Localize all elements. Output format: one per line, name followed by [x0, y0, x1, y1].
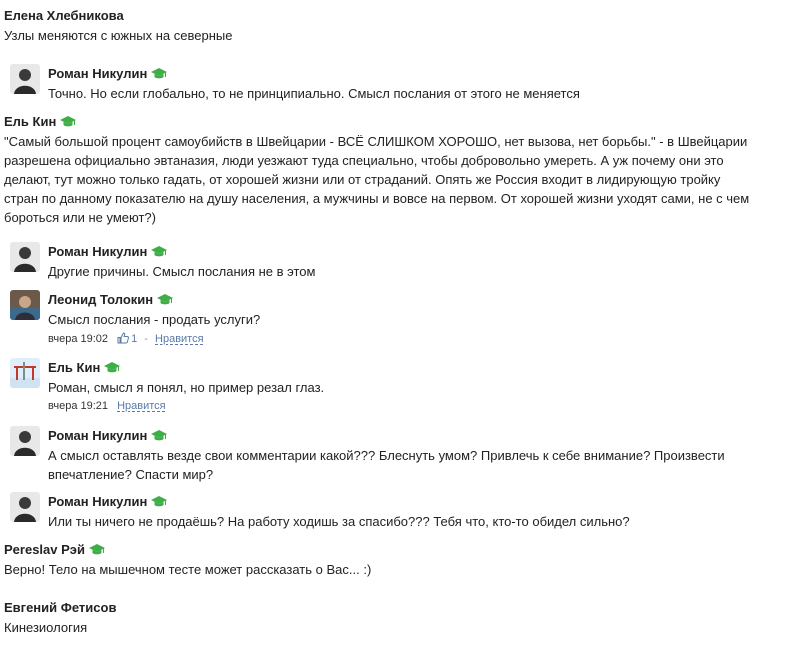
comment-text-line: А смысл оставлять везде свои комментарии…: [48, 448, 725, 463]
avatar[interactable]: [10, 492, 40, 522]
comment-author[interactable]: Евгений Фетисов: [4, 600, 116, 615]
graduation-cap-icon: [60, 116, 76, 128]
author-name: Леонид Толокин: [48, 292, 154, 307]
comment-meta: вчера 19:02 1 - Нравится: [48, 332, 204, 345]
author-name: Роман Никулин: [48, 494, 148, 509]
comment-text: А смысл оставлять везде свои комментарии…: [48, 446, 725, 484]
comment-text: Узлы меняются с южных на северные: [4, 26, 232, 45]
meta-separator: -: [144, 333, 148, 345]
graduation-cap-icon: [104, 362, 120, 374]
comment-text-line: Кинезиология: [4, 620, 88, 635]
comment-author[interactable]: Ель Кин: [48, 360, 120, 375]
comment-author[interactable]: Ель Кин: [4, 114, 76, 129]
author-name: Роман Никулин: [48, 66, 148, 81]
avatar[interactable]: [10, 64, 40, 94]
comment-text-line: делают, тут можно только гадать, от хоро…: [4, 172, 721, 187]
graduation-cap-icon: [157, 294, 173, 306]
comment-text-line: Или ты ничего не продаёшь? На работу ход…: [48, 514, 630, 529]
like-count-button[interactable]: 1: [117, 332, 140, 345]
comment-text: Или ты ничего не продаёшь? На работу ход…: [48, 512, 630, 531]
comment-author[interactable]: Pereslav Рэй: [4, 542, 105, 557]
author-name: Роман Никулин: [48, 428, 148, 443]
graduation-cap-icon: [89, 544, 105, 556]
comment-text: Верно! Тело на мышечном тесте может расс…: [4, 560, 371, 579]
comment-text: Другие причины. Смысл послания не в этом: [48, 262, 315, 281]
avatar[interactable]: [10, 242, 40, 272]
comment-text-line: Роман, смысл я понял, но пример резал гл…: [48, 380, 325, 395]
graduation-cap-icon: [151, 68, 167, 80]
avatar[interactable]: [10, 426, 40, 456]
comment-author[interactable]: Роман Никулин: [48, 494, 167, 509]
author-name: Роман Никулин: [48, 244, 148, 259]
graduation-cap-icon: [151, 430, 167, 442]
comment-time: вчера 19:21: [48, 400, 109, 412]
comment-text-line: Смысл послания - продать услуги?: [48, 312, 261, 327]
avatar[interactable]: [10, 358, 40, 388]
thumbs-up-icon: [117, 332, 130, 344]
author-name: Ель Кин: [48, 360, 101, 375]
comment-text: "Самый большой процент самоубийств в Шве…: [4, 132, 749, 227]
comment-text-line: бороться или не умеют?): [4, 210, 156, 225]
comment-text: Смысл послания - продать услуги?: [48, 310, 260, 329]
like-button[interactable]: Нравится: [117, 400, 166, 412]
comment-text-line: впечатление? Спасти мир?: [48, 467, 214, 482]
comment-meta: вчера 19:21 Нравится: [48, 400, 166, 412]
comment-text-line: стран по данному показателю на душу насе…: [4, 191, 750, 206]
comment-author[interactable]: Роман Никулин: [48, 66, 167, 81]
comment-author[interactable]: Роман Никулин: [48, 428, 167, 443]
comment-author[interactable]: Роман Никулин: [48, 244, 167, 259]
comment-text-line: Точно. Но если глобально, то не принципи…: [48, 86, 580, 101]
author-name: Pereslav Рэй: [4, 542, 85, 557]
comment-text-line: разрешена официально эвтаназия, люди уез…: [4, 153, 724, 168]
author-name: Ель Кин: [4, 114, 57, 129]
comment-text-line: Верно! Тело на мышечном тесте может расс…: [4, 562, 372, 577]
like-count: 1: [131, 333, 138, 345]
comment-time: вчера 19:02: [48, 333, 109, 345]
like-button[interactable]: Нравится: [155, 333, 204, 345]
comment-author[interactable]: Леонид Толокин: [48, 292, 173, 307]
comment-text: Кинезиология: [4, 618, 87, 637]
comment-text-line: Узлы меняются с южных на северные: [4, 28, 233, 43]
comment-author[interactable]: Елена Хлебникова: [4, 8, 124, 23]
avatar[interactable]: [10, 290, 40, 320]
graduation-cap-icon: [151, 246, 167, 258]
graduation-cap-icon: [151, 496, 167, 508]
comment-text: Роман, смысл я понял, но пример резал гл…: [48, 378, 324, 397]
comment-text: Точно. Но если глобально, то не принципи…: [48, 84, 580, 103]
comment-text-line: "Самый большой процент самоубийств в Шве…: [4, 134, 748, 149]
comment-text-line: Другие причины. Смысл послания не в этом: [48, 264, 316, 279]
